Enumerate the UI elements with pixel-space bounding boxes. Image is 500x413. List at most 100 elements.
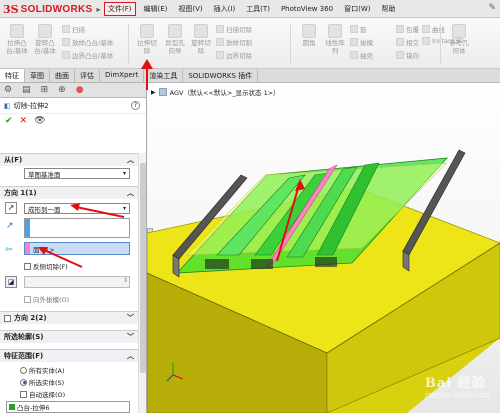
- collapse-chevron-icon[interactable]: ︿: [127, 155, 134, 165]
- cancel-button[interactable]: ✕: [20, 116, 28, 126]
- face-select-field[interactable]: 面<1>: [24, 242, 130, 255]
- title-bar: 3S SOLIDWORKS ▸ 文件(F) 编辑(E) 视图(V) 插入(I) 工具(T…: [0, 0, 500, 18]
- direction1-section-header[interactable]: 方向 1(1) ︿: [0, 186, 138, 199]
- face-select-value: 面<1>: [33, 245, 55, 254]
- scrollbar-thumb[interactable]: [140, 163, 146, 373]
- ribbon-small-button-4[interactable]: 放样切割: [216, 37, 252, 47]
- feature-scope-header[interactable]: 特征范围(F) ︿: [0, 349, 138, 362]
- command-manager-ribbon: 拉伸凸 台/基体 旋转凸 台/基体 拉伸切除异型孔 向导 旋转切除圆角 线性阵列参考几 何体 扫描…: [0, 18, 500, 69]
- draft-angle-field[interactable]: ⇕: [24, 276, 130, 288]
- display-manager-icon[interactable]: ●: [76, 85, 84, 95]
- ribbon-large-button-5[interactable]: 圆角: [296, 24, 322, 47]
- from-select[interactable]: 草图基准面 ▾: [24, 168, 130, 179]
- ribbon-large-button-6[interactable]: 线性阵列: [322, 24, 348, 55]
- selected-body-list[interactable]: 凸台-拉伸6: [6, 401, 130, 413]
- watermark: Bai 经验 jingyan.baidu.com: [425, 372, 490, 399]
- feature-title: 切除-拉伸2: [13, 101, 49, 110]
- menu-item-0[interactable]: 文件(F): [104, 2, 136, 16]
- cut-extrude-icon: ◧: [4, 101, 11, 110]
- auto-select-checkbox[interactable]: 自动选择(O): [20, 389, 65, 399]
- menu-item-1[interactable]: 编辑(E): [141, 3, 171, 15]
- ribbon-button-label: 除: [143, 47, 151, 55]
- expand-chevron-icon[interactable]: ﹀: [127, 313, 134, 323]
- pin-icon[interactable]: ✎: [488, 3, 496, 13]
- direction2-checkbox[interactable]: [4, 314, 11, 322]
- ribbon-small-button-11[interactable]: 镜向: [396, 50, 419, 60]
- ribbon-button-label: 台/基体: [6, 47, 28, 55]
- direction-vector-field[interactable]: [24, 218, 130, 238]
- solidworks-logo[interactable]: 3S SOLIDWORKS ▸: [3, 2, 101, 16]
- tab-6[interactable]: SOLIDWORKS 插件: [183, 69, 259, 82]
- ribbon-button-label: 台/基体: [34, 47, 56, 55]
- command-manager-tabs: 特征 草图 曲面 评估 DimXpert 渲染工具 SOLIDWORKS 插件: [0, 69, 500, 83]
- watermark-text: Bai 经验: [424, 376, 486, 391]
- ribbon-separator: [128, 24, 129, 64]
- ribbon-large-button-2[interactable]: 拉伸切除: [134, 24, 160, 55]
- tab-2[interactable]: 曲面: [50, 69, 75, 82]
- dropdown-arrow-icon: ▾: [122, 170, 126, 177]
- direction1-section-label: 方向 1(1): [4, 189, 37, 197]
- ribbon-large-button-0[interactable]: 拉伸凸 台/基体: [4, 24, 30, 55]
- from-section-label: 从(F): [4, 156, 23, 164]
- scope-all-bodies-radio[interactable]: 所有实体(A): [20, 365, 65, 375]
- ribbon-large-button-3[interactable]: 异型孔 向导: [162, 24, 188, 55]
- menu-item-3[interactable]: 插入(I): [211, 3, 239, 15]
- graphics-viewport[interactable]: ▶ AGV（默认<<默认>_显示状态 1>） Bai 经验 jingyan.ba…: [147, 83, 500, 413]
- ribbon-large-button-1[interactable]: 旋转凸 台/基体: [32, 24, 58, 55]
- ribbon-large-button-4[interactable]: 旋转切除: [188, 24, 214, 55]
- configuration-icon[interactable]: ⊞: [41, 85, 49, 95]
- ribbon-small-button-9[interactable]: 包覆: [396, 24, 419, 34]
- ribbon-small-button-7[interactable]: 拔模: [350, 37, 373, 47]
- reverse-side-checkbox[interactable]: 反侧切除(F): [24, 261, 68, 271]
- tab-3[interactable]: 评估: [75, 69, 100, 82]
- feature-scope-label: 特征范围(F): [4, 352, 44, 360]
- ribbon-button-label: 镜向: [406, 52, 419, 60]
- scope-selected-bodies-radio[interactable]: 所选实体(S): [20, 377, 64, 387]
- ribbon-button-label: Instant3D: [432, 37, 464, 45]
- ribbon-button-icon: [62, 25, 70, 33]
- tab-5[interactable]: 渲染工具: [144, 69, 184, 82]
- ribbon-button-icon: [216, 25, 224, 33]
- direction2-section-header[interactable]: 方向 2(2) ﹀: [0, 311, 138, 324]
- preview-eye-icon[interactable]: 👁: [34, 116, 45, 126]
- help-icon[interactable]: ?: [131, 101, 140, 110]
- ribbon-small-button-13[interactable]: Instant3D: [422, 37, 464, 45]
- reverse-direction-icon[interactable]: ↗: [5, 202, 17, 214]
- tab-0[interactable]: 特征: [0, 69, 25, 82]
- ribbon-small-button-1[interactable]: 放样凸台/基体: [62, 37, 113, 47]
- ribbon-small-button-8[interactable]: 抽壳: [350, 50, 373, 60]
- end-condition-select[interactable]: 成形到一面 ▾: [24, 203, 130, 214]
- collapse-chevron-icon[interactable]: ︿: [127, 188, 134, 198]
- menu-item-2[interactable]: 视图(V): [175, 3, 205, 15]
- logo-arrow-icon[interactable]: ▸: [97, 5, 101, 14]
- ribbon-button-label: 边界切除: [226, 52, 252, 60]
- dimxpert-icon[interactable]: ⊕: [58, 85, 66, 95]
- menu-item-7[interactable]: 帮助: [379, 3, 399, 15]
- collapse-chevron-icon[interactable]: ︿: [127, 351, 134, 361]
- ribbon-small-button-12[interactable]: 曲线: [422, 24, 445, 34]
- expand-chevron-icon[interactable]: ﹀: [127, 332, 134, 342]
- tab-4[interactable]: DimXpert: [100, 69, 145, 82]
- menu-item-5[interactable]: PhotoView 360: [278, 4, 336, 14]
- draft-icon[interactable]: ◪: [5, 276, 17, 288]
- logo-text: SOLIDWORKS: [20, 3, 93, 15]
- ribbon-button-icon: [302, 24, 316, 38]
- ribbon-small-button-2[interactable]: 边界凸台/基体: [62, 50, 113, 60]
- ribbon-small-button-10[interactable]: 相交: [396, 37, 419, 47]
- tab-1[interactable]: 草图: [25, 69, 50, 82]
- ribbon-small-button-6[interactable]: 筋: [350, 24, 367, 34]
- model-3d-view[interactable]: [147, 83, 500, 413]
- menu-item-6[interactable]: 窗口(W): [341, 3, 373, 15]
- panel-scrollbar[interactable]: [138, 153, 146, 413]
- from-section-header[interactable]: 从(F) ︿: [0, 153, 138, 166]
- ok-button[interactable]: ✔: [5, 116, 13, 126]
- ribbon-button-label: 异型孔: [165, 39, 185, 47]
- property-manager-icon[interactable]: ▤: [22, 85, 31, 95]
- feature-tree-icon[interactable]: ⚙: [4, 85, 12, 95]
- draft-outward-checkbox[interactable]: 向外拔模(O): [24, 294, 69, 304]
- ribbon-small-button-5[interactable]: 边界切除: [216, 50, 252, 60]
- menu-item-4[interactable]: 工具(T): [243, 3, 273, 15]
- ribbon-small-button-3[interactable]: 扫描切除: [216, 24, 252, 34]
- ribbon-small-button-0[interactable]: 扫描: [62, 24, 85, 34]
- selected-contours-header[interactable]: 所选轮廓(S) ﹀: [0, 330, 138, 343]
